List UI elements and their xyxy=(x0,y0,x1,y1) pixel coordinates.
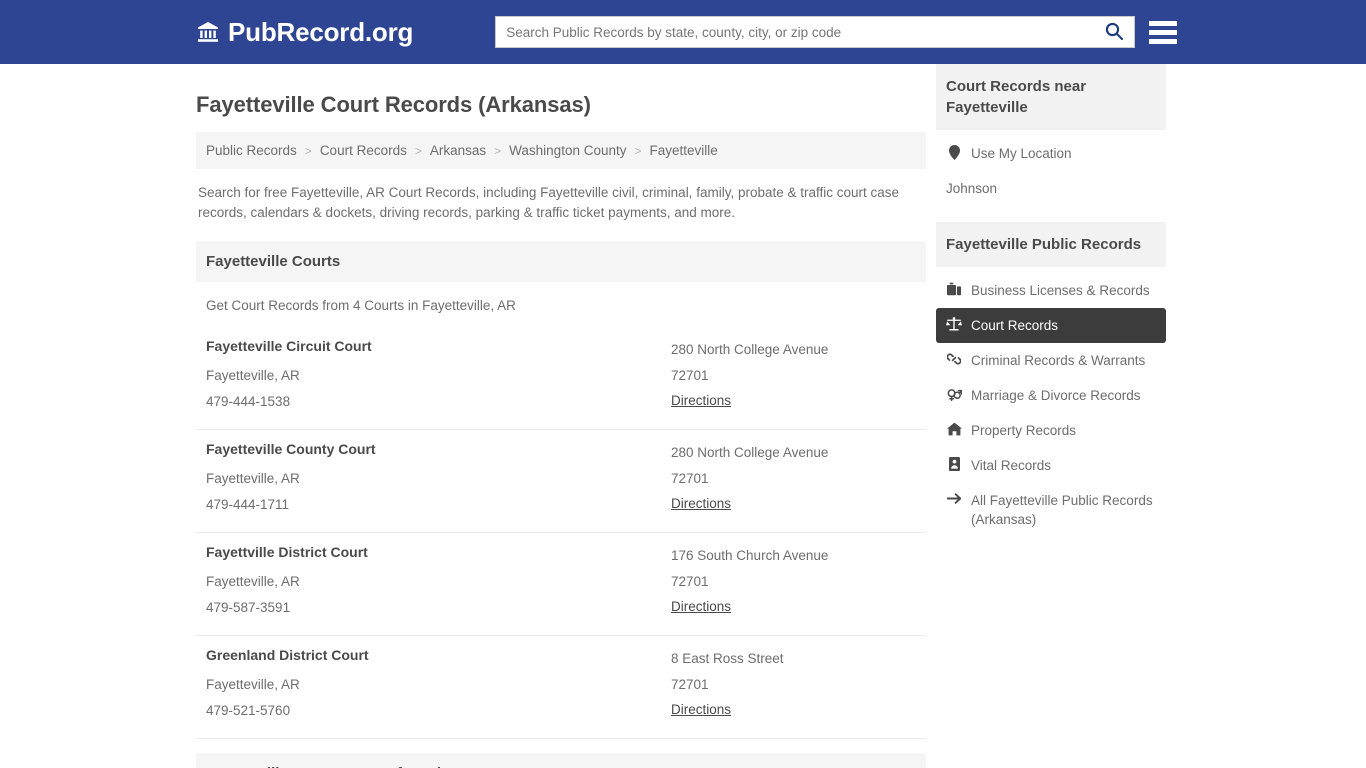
sidebar-item-label: Marriage & Divorce Records xyxy=(971,388,1141,403)
sidebar-item-johnson[interactable]: Johnson xyxy=(936,171,1166,206)
doj-section-heading: Fayetteville Departments of Justice xyxy=(196,753,926,768)
court-address: 280 North College Avenue 72701 Direction… xyxy=(671,440,916,518)
home-icon xyxy=(946,422,962,436)
sidebar-item-label: Criminal Records & Warrants xyxy=(971,353,1146,368)
court-city-state: Fayetteville, AR xyxy=(206,471,300,486)
menu-bar-2 xyxy=(1149,29,1178,35)
court-street: 176 South Church Avenue xyxy=(671,548,829,563)
directions-link[interactable]: Directions xyxy=(671,491,731,517)
sidebar-item-label: Property Records xyxy=(971,423,1077,438)
bank-building-icon xyxy=(196,20,220,44)
site-header: PubRecord.org xyxy=(0,0,1366,64)
breadcrumb-separator-icon: > xyxy=(634,143,642,158)
nearby-list: Use My Location Johnson xyxy=(936,130,1166,206)
sidebar-item-label: Use My Location xyxy=(971,146,1072,161)
sidebar-item-label: Johnson xyxy=(946,181,998,196)
court-info: Fayetteville County Court Fayetteville, … xyxy=(206,440,671,518)
sidebar-item-label: Vital Records xyxy=(971,458,1052,473)
court-info: Greenland District Court Fayetteville, A… xyxy=(206,646,671,724)
sidebar-item-court-records[interactable]: Court Records xyxy=(936,308,1166,343)
sidebar-item-vital-records[interactable]: Vital Records xyxy=(936,448,1166,483)
hamburger-menu-icon[interactable] xyxy=(1149,16,1178,48)
arrow-right-icon xyxy=(946,492,962,505)
sidebar-item-label: All Fayetteville Public Records (Arkansa… xyxy=(971,493,1153,527)
court-zip: 72701 xyxy=(671,368,709,383)
sidebar-item-use-my-location[interactable]: Use My Location xyxy=(936,136,1166,171)
map-pin-icon xyxy=(946,145,962,160)
court-info: Fayetteville Circuit Court Fayetteville,… xyxy=(206,337,671,415)
courts-section-heading: Fayetteville Courts xyxy=(196,241,926,282)
court-street: 280 North College Avenue xyxy=(671,342,829,357)
breadcrumb: Public Records > Court Records > Arkansa… xyxy=(196,132,926,169)
court-address: 176 South Church Avenue 72701 Directions xyxy=(671,543,916,621)
public-records-heading: Fayetteville Public Records xyxy=(936,222,1166,267)
court-address: 8 East Ross Street 72701 Directions xyxy=(671,646,916,724)
court-phone: 479-444-1538 xyxy=(206,394,291,409)
court-street: 8 East Ross Street xyxy=(671,651,784,666)
page-title: Fayetteville Court Records (Arkansas) xyxy=(196,92,591,117)
court-city-state: Fayetteville, AR xyxy=(206,368,300,383)
court-zip: 72701 xyxy=(671,471,709,486)
breadcrumb-item-washington-county[interactable]: Washington County xyxy=(509,143,626,158)
table-row[interactable]: Fayettville District Court Fayetteville,… xyxy=(196,533,926,636)
court-phone: 479-444-1711 xyxy=(206,497,290,512)
court-city-state: Fayetteville, AR xyxy=(206,677,300,692)
sidebar-item-all-public-records[interactable]: All Fayetteville Public Records (Arkansa… xyxy=(936,483,1166,537)
court-records-near-heading: Court Records near Fayetteville xyxy=(936,64,1166,130)
table-row[interactable]: Fayetteville Circuit Court Fayetteville,… xyxy=(196,327,926,430)
breadcrumb-separator-icon: > xyxy=(414,143,422,158)
court-records-near-box: Court Records near Fayetteville Use My L… xyxy=(936,64,1166,206)
sidebar: Court Records near Fayetteville Use My L… xyxy=(936,64,1166,768)
breadcrumb-separator-icon: > xyxy=(304,143,312,158)
intro-description: Search for free Fayetteville, AR Court R… xyxy=(198,185,900,220)
directions-link[interactable]: Directions xyxy=(671,594,731,620)
court-name[interactable]: Fayetteville Circuit Court xyxy=(206,337,671,355)
court-phone: 479-587-3591 xyxy=(206,600,291,615)
main-content: Fayetteville Court Records (Arkansas) Pu… xyxy=(196,64,926,768)
court-info: Fayettville District Court Fayetteville,… xyxy=(206,543,671,621)
court-zip: 72701 xyxy=(671,574,709,589)
breadcrumb-item-court-records[interactable]: Court Records xyxy=(320,143,407,158)
page-body: Fayetteville Court Records (Arkansas) Pu… xyxy=(0,64,1366,768)
handcuffs-icon xyxy=(946,352,962,366)
menu-bar-1 xyxy=(1149,20,1178,26)
public-records-list: Business Licenses & Records Court Record… xyxy=(936,267,1166,537)
breadcrumb-item-fayetteville[interactable]: Fayetteville xyxy=(650,143,718,158)
id-card-icon xyxy=(946,457,962,471)
table-row[interactable]: Fayetteville County Court Fayetteville, … xyxy=(196,430,926,533)
table-row[interactable]: Greenland District Court Fayetteville, A… xyxy=(196,636,926,739)
court-name[interactable]: Greenland District Court xyxy=(206,646,671,664)
sidebar-item-label: Business Licenses & Records xyxy=(971,283,1150,298)
menu-bar-3 xyxy=(1149,38,1178,44)
court-street: 280 North College Avenue xyxy=(671,445,829,460)
scales-of-justice-icon xyxy=(946,317,962,331)
search-input[interactable] xyxy=(495,16,1136,48)
court-city-state: Fayetteville, AR xyxy=(206,574,300,589)
public-records-box: Fayetteville Public Records Business Lic… xyxy=(936,222,1166,537)
briefcase-icon xyxy=(946,282,962,296)
directions-link[interactable]: Directions xyxy=(671,388,731,414)
courts-section-subheading: Get Court Records from 4 Courts in Fayet… xyxy=(206,298,516,313)
sidebar-item-marriage-divorce[interactable]: Marriage & Divorce Records xyxy=(936,378,1166,413)
sidebar-item-property-records[interactable]: Property Records xyxy=(936,413,1166,448)
directions-link[interactable]: Directions xyxy=(671,697,731,723)
search-button[interactable] xyxy=(1097,16,1131,48)
court-phone: 479-521-5760 xyxy=(206,703,291,718)
site-logo-text: PubRecord.org xyxy=(228,16,414,47)
search-container xyxy=(495,16,1136,48)
breadcrumb-item-public-records[interactable]: Public Records xyxy=(206,143,297,158)
breadcrumb-item-arkansas[interactable]: Arkansas xyxy=(430,143,486,158)
court-name[interactable]: Fayetteville County Court xyxy=(206,440,671,458)
sidebar-item-business-licenses[interactable]: Business Licenses & Records xyxy=(936,273,1166,308)
court-address: 280 North College Avenue 72701 Direction… xyxy=(671,337,916,415)
sidebar-item-label: Court Records xyxy=(971,318,1059,333)
court-name[interactable]: Fayettville District Court xyxy=(206,543,671,561)
sidebar-item-criminal-records[interactable]: Criminal Records & Warrants xyxy=(936,343,1166,378)
site-logo-link[interactable]: PubRecord.org xyxy=(196,17,413,48)
venus-mars-icon xyxy=(946,387,962,401)
court-zip: 72701 xyxy=(671,677,709,692)
search-icon xyxy=(1104,21,1124,44)
breadcrumb-separator-icon: > xyxy=(494,143,502,158)
